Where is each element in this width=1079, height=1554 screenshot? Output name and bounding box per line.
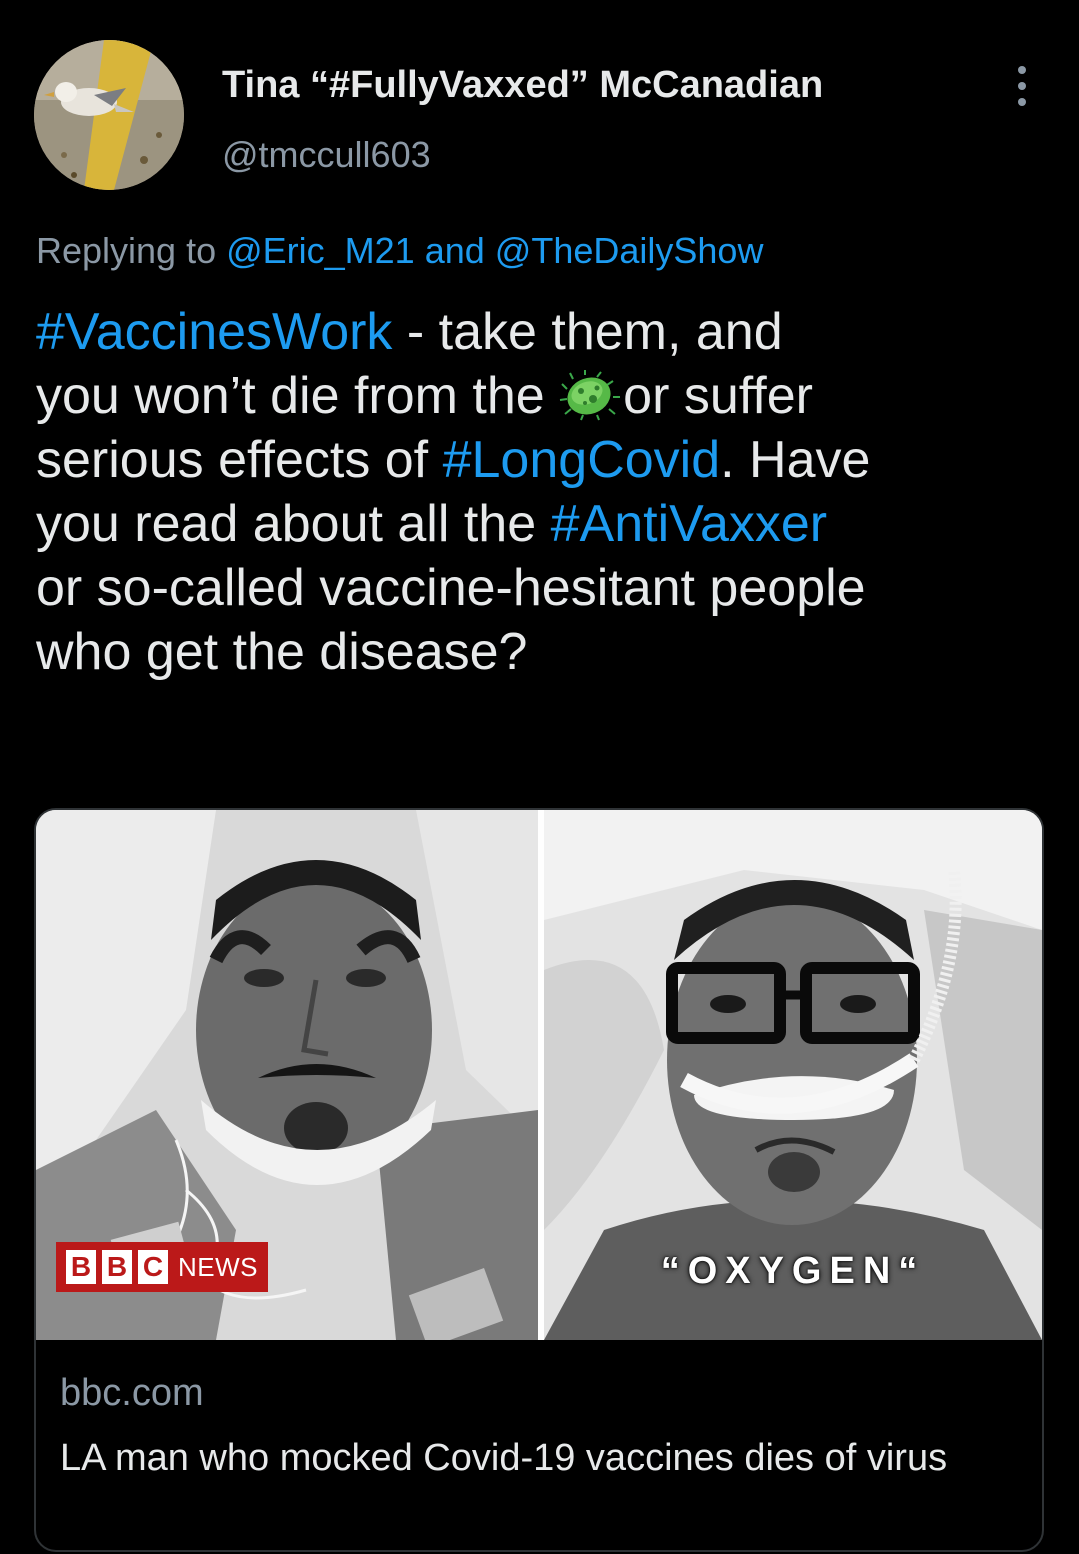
more-options-button[interactable]: [1004, 62, 1040, 110]
replying-to-prefix: Replying to: [36, 230, 227, 271]
bbc-letter: B: [66, 1250, 96, 1284]
mention-eric[interactable]: @Eric_M21: [226, 230, 415, 271]
tweet-text-segment: you won’t die from the: [36, 367, 560, 425]
tweet-text-segment: you read about all the: [36, 495, 551, 553]
replying-to-and: and: [414, 230, 495, 271]
bbc-letter: C: [138, 1250, 168, 1284]
hashtag-antivaxxer[interactable]: #AntiVaxxer: [551, 495, 828, 553]
replying-to: Replying to @Eric_M21 and @TheDailyShow: [36, 230, 763, 272]
bbc-news-word: NEWS: [178, 1251, 258, 1282]
avatar[interactable]: [34, 40, 184, 190]
author-display-name[interactable]: Tina “#FullyVaxxed” McCanadian: [222, 64, 823, 107]
tweet-text-segment: . Have: [720, 431, 871, 489]
author-handle[interactable]: @tmccull603: [222, 134, 431, 176]
mention-dailyshow[interactable]: @TheDailyShow: [495, 230, 764, 271]
link-card[interactable]: B B C NEWS “OXYGEN“ bbc.com LA man who m…: [34, 808, 1044, 1552]
tweet-line: who get the disease?: [36, 620, 1046, 684]
bbc-news-badge: B B C NEWS: [56, 1242, 268, 1292]
tweet-line: serious effects of #LongCovid. Have: [36, 428, 1046, 492]
more-vertical-icon: [1018, 66, 1026, 106]
tweet-line: or so-called vaccine-hesitant people: [36, 556, 1046, 620]
tweet-line: #VaccinesWork - take them, and: [36, 300, 1046, 364]
microbe-emoji-icon: [560, 370, 621, 421]
card-image: B B C NEWS “OXYGEN“: [36, 810, 1042, 1340]
oxygen-caption: “OXYGEN“: [660, 1250, 926, 1292]
bbc-letter: B: [102, 1250, 132, 1284]
tweet-text: #VaccinesWork - take them, and you won’t…: [36, 300, 1046, 684]
avatar-photo: [34, 40, 184, 190]
card-photo-right: “OXYGEN“: [544, 810, 1042, 1340]
hashtag-longcovid[interactable]: #LongCovid: [443, 431, 721, 489]
card-title: LA man who mocked Covid-19 vaccines dies…: [60, 1437, 948, 1479]
tweet-line: you won’t die from the or suffer: [36, 364, 1046, 428]
tweet-text-segment: who get the disease?: [36, 623, 528, 681]
tweet: Tina “#FullyVaxxed” McCanadian @tmccull6…: [0, 0, 1079, 1554]
tweet-text-segment: - take them, and: [392, 303, 783, 361]
tweet-text-segment: serious effects of: [36, 431, 443, 489]
tweet-text-segment: or so-called vaccine-hesitant people: [36, 559, 866, 617]
card-photo-left: B B C NEWS: [36, 810, 538, 1340]
tweet-line: you read about all the #AntiVaxxer: [36, 492, 1046, 556]
card-domain: bbc.com: [60, 1372, 204, 1414]
hashtag-vaccineswork[interactable]: #VaccinesWork: [36, 303, 392, 361]
tweet-text-segment: or suffer: [623, 367, 813, 425]
